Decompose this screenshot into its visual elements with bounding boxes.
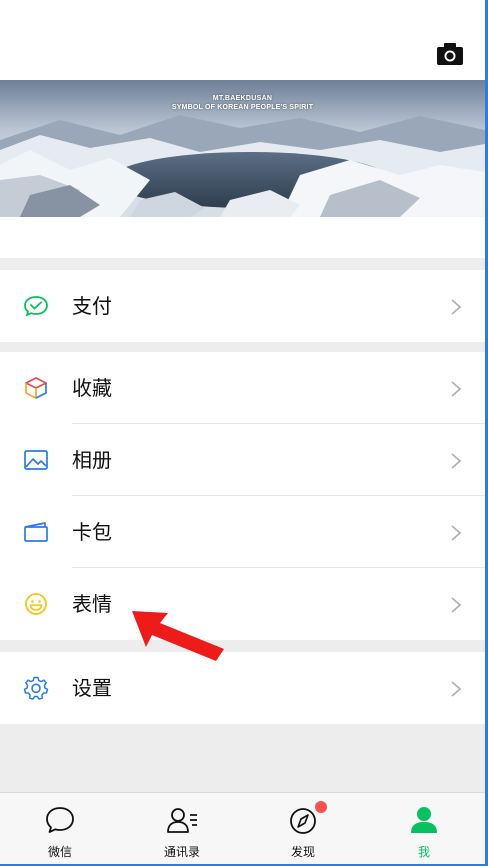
menu-item-stickers[interactable]: 表情 (0, 568, 485, 640)
tab-label-chats: 微信 (47, 845, 72, 859)
banner-subtitle: SYMBOL OF KOREAN PEOPLE'S SPIRIT (171, 104, 314, 111)
person-icon (411, 807, 437, 833)
smiley-icon (25, 593, 47, 615)
red-arrow-annotation (132, 611, 224, 661)
chevron-right-icon (451, 453, 462, 469)
menu-item-settings[interactable]: 设置 (0, 652, 485, 724)
compass-icon (290, 808, 316, 834)
banner-caption: MT.BAEKDUSAN SYMBOL OF KOREAN PEOPLE'S S… (0, 94, 485, 112)
menu-item-album[interactable]: 相册 (0, 424, 485, 496)
menu-label-stickers: 表情 (72, 592, 112, 616)
chevron-right-icon (451, 525, 462, 541)
menu-label-pay: 支付 (72, 294, 112, 318)
picture-icon (24, 450, 48, 470)
menu-group-pay: 支付 (0, 270, 485, 342)
profile-header: MT.BAEKDUSAN SYMBOL OF KOREAN PEOPLE'S S… (0, 0, 485, 258)
chat-icon (46, 807, 74, 833)
menu-item-cards[interactable]: 卡包 (0, 496, 485, 568)
menu-group-settings: 设置 (0, 652, 485, 724)
tab-contacts[interactable]: 通讯录 (122, 793, 242, 865)
chevron-right-icon (451, 681, 462, 697)
contacts-icon (167, 808, 197, 833)
tab-discover[interactable]: 发现 (243, 793, 363, 865)
gear-icon (23, 676, 49, 700)
tab-chats[interactable]: 微信 (0, 793, 120, 865)
menu-item-favorites[interactable]: 收藏 (0, 352, 485, 424)
menu-label-cards: 卡包 (72, 520, 112, 544)
bottom-tab-bar: 微信 通讯录 发现 我 (0, 792, 485, 864)
menu-group-main: 收藏 相册 卡包 表情 (0, 352, 485, 640)
chevron-right-icon (451, 597, 462, 613)
cover-banner-image[interactable]: MT.BAEKDUSAN SYMBOL OF KOREAN PEOPLE'S S… (0, 80, 485, 217)
menu-item-pay[interactable]: 支付 (0, 270, 485, 342)
cube-icon (25, 377, 47, 399)
menu-label-album: 相册 (72, 448, 112, 472)
menu-label-settings: 设置 (72, 676, 112, 700)
notification-badge (315, 801, 327, 813)
chevron-right-icon (451, 299, 462, 315)
wallet-icon (24, 522, 48, 542)
tab-label-contacts: 通讯录 (163, 845, 200, 859)
banner-title: MT.BAEKDUSAN (212, 95, 273, 102)
pay-icon (24, 296, 48, 317)
menu-label-favorites: 收藏 (72, 376, 112, 400)
tab-label-me: 我 (417, 845, 430, 859)
tab-me[interactable]: 我 (364, 793, 484, 865)
chevron-right-icon (451, 381, 462, 397)
tab-label-discover: 发现 (290, 845, 315, 859)
camera-icon[interactable] (437, 42, 463, 66)
